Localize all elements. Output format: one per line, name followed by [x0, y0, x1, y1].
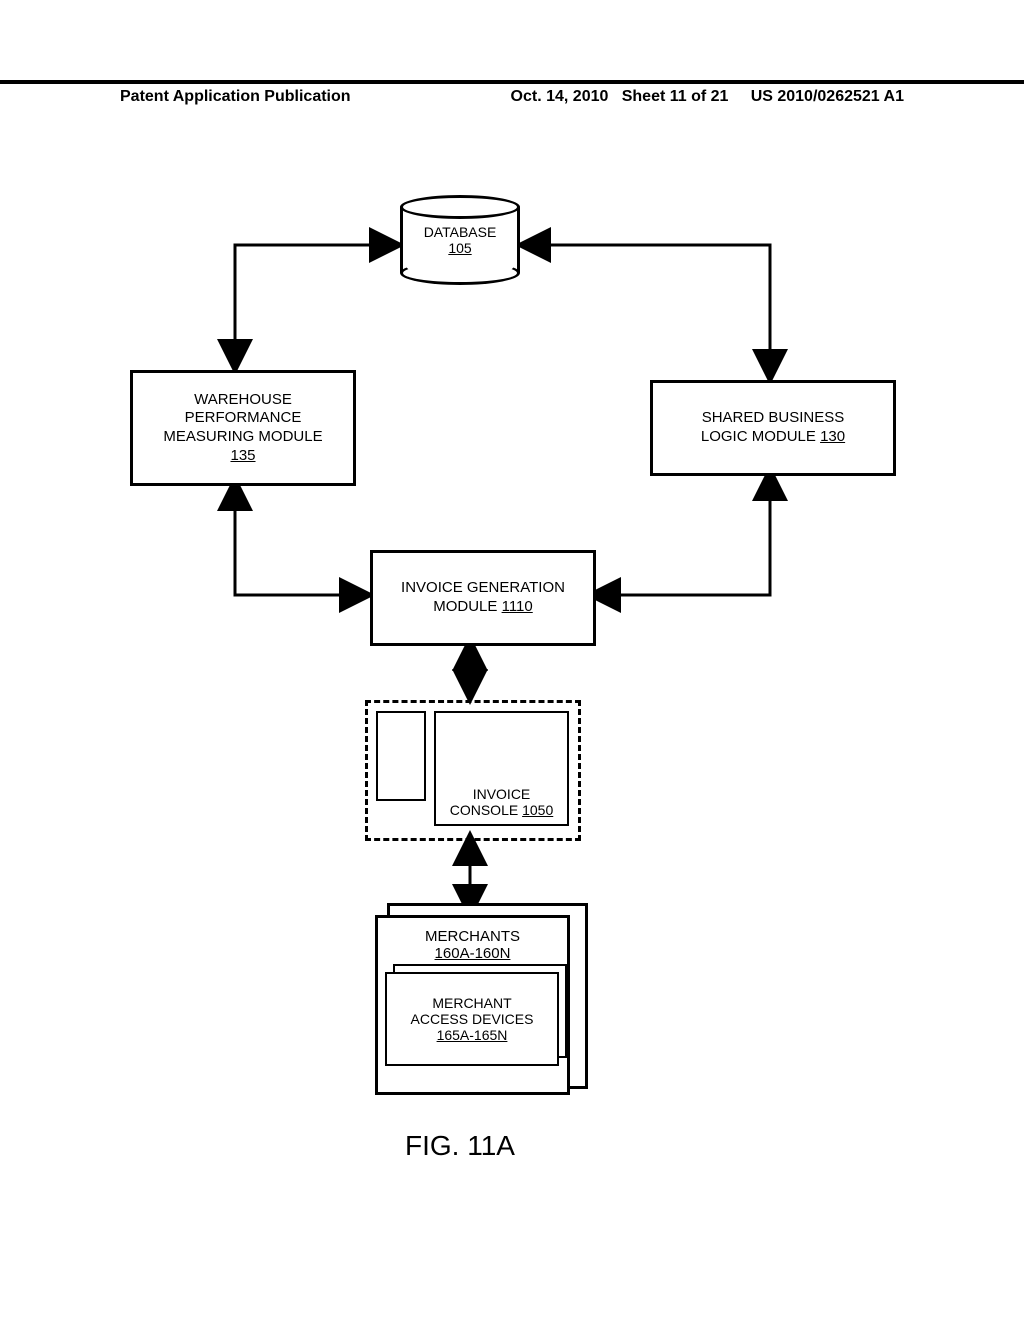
cylinder-top: [400, 195, 520, 219]
figure-label: FIG. 11A: [405, 1130, 515, 1162]
shared-l2: LOGIC MODULE: [701, 428, 816, 445]
console-num: 1050: [522, 802, 553, 818]
database-label: DATABASE: [424, 224, 497, 240]
devices-card-front: MERCHANT ACCESS DEVICES 165A-165N: [385, 972, 559, 1066]
console-l2: CONSOLE: [450, 802, 518, 818]
database-num: 105: [448, 240, 471, 256]
invoice-gen-l1: INVOICE GENERATION: [401, 579, 565, 598]
console-dashed-box: INVOICE CONSOLE 1050: [365, 700, 581, 841]
cylinder-bottom: [400, 261, 520, 285]
database-node: DATABASE 105: [400, 195, 520, 285]
merchants-label: MERCHANTS: [425, 928, 520, 945]
console-l1: INVOICE: [473, 786, 531, 802]
invoice-gen-l2-wrap: MODULE 1110: [433, 598, 533, 617]
invoice-gen-l2: MODULE: [433, 598, 497, 615]
shared-num: 130: [820, 428, 845, 445]
console-inner-right: INVOICE CONSOLE 1050: [434, 711, 569, 826]
devices-stack: MERCHANT ACCESS DEVICES 165A-165N: [385, 972, 560, 1067]
warehouse-module-box: WAREHOUSE PERFORMANCE MEASURING MODULE 1…: [130, 370, 356, 486]
devices-num: 165A-165N: [437, 1027, 508, 1043]
warehouse-l3: MEASURING MODULE: [163, 428, 322, 447]
diagram-canvas: DATABASE 105 WAREHOUSE PERFORMANCE MEASU…: [0, 0, 1024, 1320]
merchants-num: 160A-160N: [435, 945, 511, 962]
shared-l2-wrap: LOGIC MODULE 130: [701, 428, 845, 447]
shared-logic-box: SHARED BUSINESS LOGIC MODULE 130: [650, 380, 896, 476]
console-l2-wrap: CONSOLE 1050: [450, 802, 554, 818]
devices-l2: ACCESS DEVICES: [411, 1011, 534, 1027]
stack-card-front: MERCHANTS 160A-160N MERCHANT ACCESS DEVI…: [375, 915, 570, 1095]
invoice-gen-box: INVOICE GENERATION MODULE 1110: [370, 550, 596, 646]
devices-l1: MERCHANT: [432, 995, 511, 1011]
warehouse-num: 135: [230, 447, 255, 466]
console-inner-left: [376, 711, 426, 801]
warehouse-l2: PERFORMANCE: [185, 409, 302, 428]
merchants-stack: MERCHANTS 160A-160N MERCHANT ACCESS DEVI…: [375, 915, 580, 1100]
invoice-gen-num: 1110: [502, 598, 533, 615]
shared-l1: SHARED BUSINESS: [702, 409, 845, 428]
warehouse-l1: WAREHOUSE: [194, 391, 292, 410]
